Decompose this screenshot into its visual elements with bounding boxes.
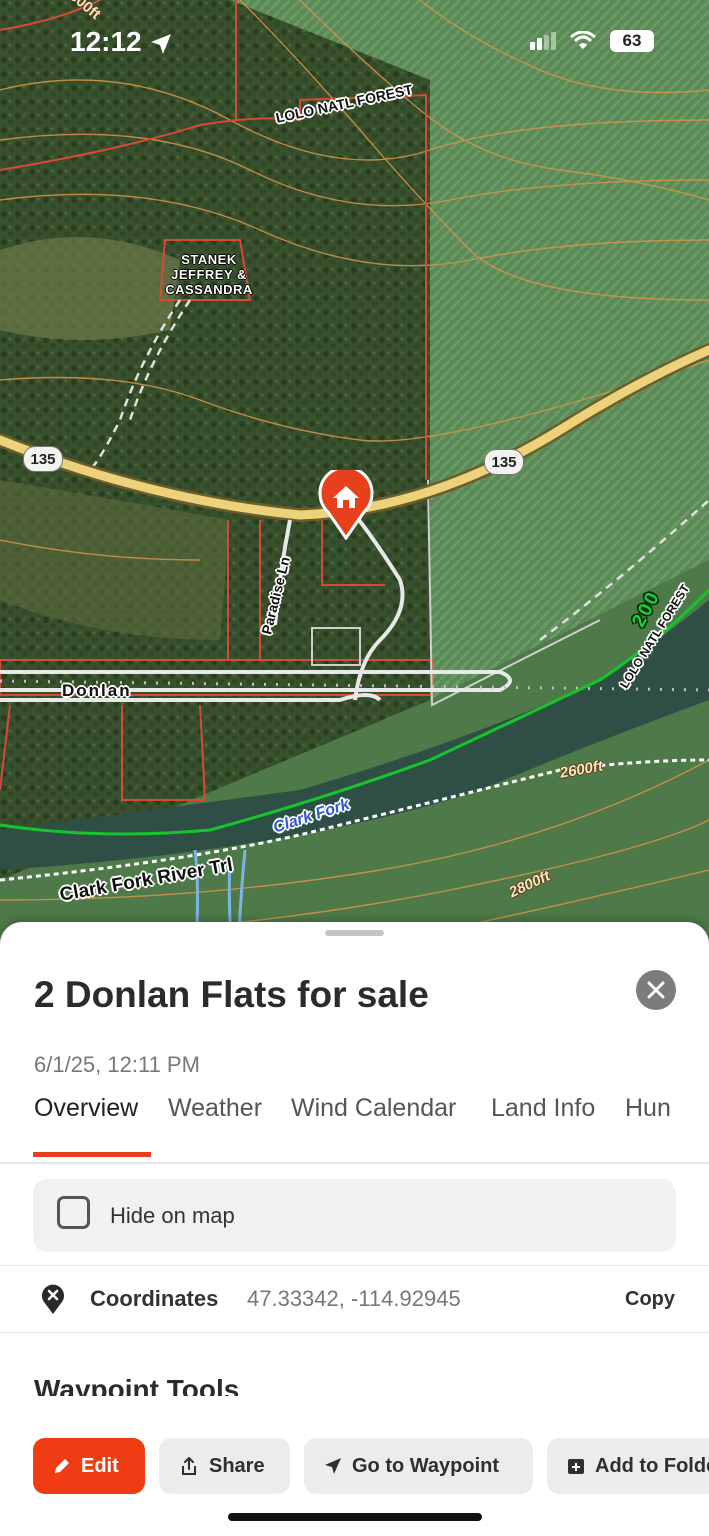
town-label: Donlan [62, 681, 132, 700]
hide-on-map-checkbox[interactable] [57, 1196, 90, 1229]
tab-hunt[interactable]: Hun [625, 1094, 671, 1123]
divider [0, 1332, 709, 1333]
waypoint-timestamp: 6/1/25, 12:11 PM [34, 1052, 200, 1077]
coordinates-label: Coordinates [90, 1286, 219, 1311]
active-tab-indicator [33, 1152, 151, 1157]
location-pin-icon [42, 1284, 64, 1314]
share-button[interactable]: Share [159, 1438, 290, 1494]
waypoint-marker[interactable] [318, 470, 374, 540]
highway-shield-left: 135 [23, 446, 63, 472]
tab-wind-calendar[interactable]: Wind Calendar [291, 1094, 456, 1123]
navigation-arrow-icon [325, 1458, 341, 1474]
share-icon [182, 1457, 196, 1475]
share-button-label: Share [209, 1454, 265, 1477]
location-arrow-icon [151, 34, 171, 54]
hide-on-map-row[interactable]: Hide on map [33, 1179, 676, 1252]
add-to-folder-button-label: Add to Folder [595, 1454, 709, 1477]
status-icons: 63 [530, 30, 654, 52]
go-to-waypoint-button[interactable]: Go to Waypoint [304, 1438, 533, 1494]
waypoint-title: 2 Donlan Flats for sale [34, 974, 429, 1015]
edit-button-label: Edit [81, 1454, 119, 1477]
battery-level: 63 [610, 30, 654, 52]
tab-weather[interactable]: Weather [168, 1094, 262, 1123]
tab-land-info[interactable]: Land Info [491, 1094, 595, 1123]
coordinates-row: Coordinates 47.33342, -114.92945 Copy [0, 1266, 709, 1332]
waypoint-sheet: 2 Donlan Flats for sale 6/1/25, 12:11 PM… [0, 922, 709, 1536]
action-buttons: Edit Share Go to Waypoint Add to Folder [0, 1438, 709, 1496]
tab-bar: Overview Weather Wind Calendar Land Info… [0, 1090, 709, 1164]
home-indicator[interactable] [228, 1513, 482, 1521]
edit-button[interactable]: Edit [33, 1438, 145, 1494]
add-folder-icon [568, 1459, 584, 1474]
hide-on-map-label: Hide on map [110, 1203, 235, 1228]
map-view[interactable]: 12:12 63 3600ft LOLO NATL FOREST STANEK … [0, 0, 709, 960]
wifi-icon [570, 31, 596, 49]
owner-label[interactable]: STANEK JEFFREY & CASSANDRA [150, 252, 268, 297]
tab-overview[interactable]: Overview [34, 1094, 138, 1123]
close-button[interactable] [636, 970, 676, 1010]
sheet-grabber[interactable] [325, 930, 384, 936]
signal-icon [530, 32, 556, 50]
add-to-folder-button[interactable]: Add to Folder [547, 1438, 709, 1494]
copy-coordinates-button[interactable]: Copy [625, 1288, 675, 1311]
coordinates-value: 47.33342, -114.92945 [247, 1286, 461, 1311]
status-time: 12:12 [70, 26, 142, 57]
go-to-waypoint-button-label: Go to Waypoint [352, 1454, 500, 1477]
close-icon [647, 981, 665, 999]
highway-shield-right: 135 [484, 449, 524, 475]
pencil-icon [55, 1459, 69, 1473]
section-title-waypoint-tools: Waypoint Tools [34, 1374, 240, 1396]
